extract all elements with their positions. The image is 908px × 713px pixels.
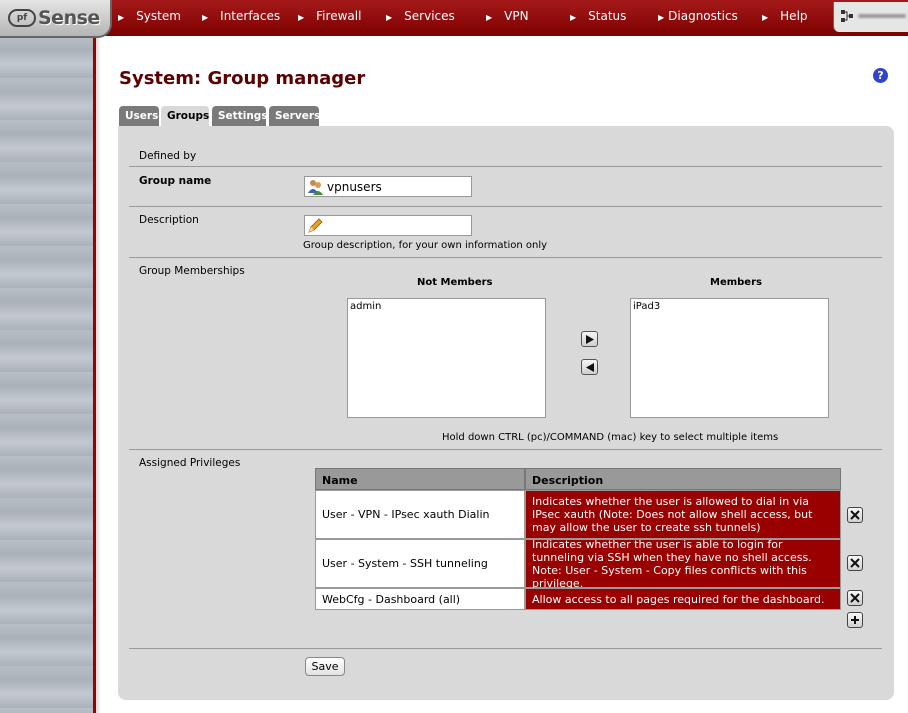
menu-services-label: Services bbox=[404, 9, 455, 23]
host-indicator bbox=[833, 2, 908, 32]
logo-text: Sense bbox=[38, 7, 100, 29]
save-button[interactable]: Save bbox=[305, 657, 345, 676]
hostname-blurred bbox=[858, 14, 906, 18]
menu-firewall[interactable]: ▶ Firewall bbox=[298, 9, 361, 23]
separator bbox=[129, 206, 882, 207]
users-icon bbox=[308, 180, 323, 195]
add-privilege-button[interactable] bbox=[847, 612, 863, 628]
logo-mark: pf bbox=[8, 9, 36, 27]
tab-users[interactable]: Users bbox=[119, 106, 159, 126]
not-members-heading: Not Members bbox=[417, 277, 493, 288]
separator bbox=[129, 449, 882, 450]
menu-diagnostics[interactable]: ▶ Diagnostics bbox=[658, 9, 738, 23]
privilege-description-cell: Indicates whether the user is able to lo… bbox=[525, 538, 841, 590]
menu-vpn[interactable]: ▶ VPN bbox=[486, 9, 529, 23]
top-nav-bar: ▶ System ▶ Interfaces ▶ Firewall ▶ Services … bbox=[0, 0, 908, 36]
description-hint: Group description, for your own informat… bbox=[303, 240, 548, 251]
list-item[interactable]: iPad3 bbox=[633, 301, 826, 312]
arrow-left-icon bbox=[586, 363, 594, 372]
tab-servers[interactable]: Servers bbox=[269, 106, 320, 126]
privilege-name-cell: WebCfg - Dashboard (all) bbox=[315, 588, 525, 610]
menu-system[interactable]: ▶ System bbox=[118, 9, 181, 23]
remove-member-button[interactable] bbox=[581, 359, 598, 375]
menu-help[interactable]: ▶ Help bbox=[762, 9, 808, 23]
delete-icon bbox=[850, 510, 860, 520]
menu-diagnostics-label: Diagnostics bbox=[668, 9, 738, 23]
menu-system-label: System bbox=[136, 9, 181, 23]
pencil-icon bbox=[308, 218, 323, 233]
separator bbox=[129, 166, 882, 167]
members-heading: Members bbox=[710, 277, 762, 288]
menu-help-label: Help bbox=[780, 9, 808, 23]
privileges-description-header: Description bbox=[525, 468, 841, 490]
menu-interfaces[interactable]: ▶ Interfaces bbox=[202, 9, 280, 23]
list-item[interactable]: admin bbox=[350, 301, 543, 312]
delete-icon bbox=[850, 593, 860, 603]
assigned-privileges-label: Assigned Privileges bbox=[139, 457, 241, 469]
menu-status-label: Status bbox=[588, 9, 627, 23]
delete-privilege-button[interactable] bbox=[847, 555, 863, 571]
menu-services[interactable]: ▶ Services bbox=[386, 9, 455, 23]
group-memberships-label: Group Memberships bbox=[139, 265, 245, 277]
multi-select-hint: Hold down CTRL (pc)/COMMAND (mac) key to… bbox=[442, 432, 779, 443]
privilege-description-cell: Indicates whether the user is allowed to… bbox=[525, 490, 841, 539]
page-title: System: Group manager bbox=[119, 68, 366, 89]
separator bbox=[129, 648, 882, 649]
privilege-description-cell: Allow access to all pages required for t… bbox=[525, 588, 841, 610]
privileges-name-header: Name bbox=[315, 468, 525, 490]
plus-icon bbox=[851, 616, 859, 624]
members-list[interactable]: iPad3 bbox=[630, 298, 829, 418]
group-name-input[interactable]: vpnusers bbox=[304, 176, 472, 197]
menu-firewall-label: Firewall bbox=[316, 9, 362, 23]
network-icon bbox=[841, 10, 853, 22]
separator bbox=[129, 257, 882, 258]
arrow-right-icon bbox=[586, 335, 594, 344]
delete-icon bbox=[850, 558, 860, 568]
help-icon[interactable]: ? bbox=[873, 68, 888, 83]
tab-settings[interactable]: Settings bbox=[212, 106, 268, 126]
defined-by-label: Defined by bbox=[139, 150, 197, 162]
delete-privilege-button[interactable] bbox=[847, 507, 863, 523]
description-label: Description bbox=[139, 214, 199, 226]
tab-groups[interactable]: Groups bbox=[161, 106, 209, 126]
privilege-name-cell: User - System - SSH tunneling bbox=[315, 539, 525, 588]
menu-interfaces-label: Interfaces bbox=[220, 9, 281, 23]
add-member-button[interactable] bbox=[581, 331, 598, 347]
left-sidebar-stripe bbox=[0, 36, 101, 713]
delete-privilege-button[interactable] bbox=[847, 590, 863, 606]
not-members-list[interactable]: admin bbox=[347, 298, 546, 418]
group-form-panel: Defined by Group name vpnusers Descripti… bbox=[118, 126, 894, 700]
privilege-name-cell: User - VPN - IPsec xauth Dialin bbox=[315, 490, 525, 539]
description-input[interactable] bbox=[304, 215, 472, 236]
menu-vpn-label: VPN bbox=[504, 9, 529, 23]
pfsense-logo[interactable]: pf Sense bbox=[0, 0, 112, 38]
group-name-value: vpnusers bbox=[327, 180, 382, 194]
group-name-label: Group name bbox=[139, 175, 212, 187]
menu-status[interactable]: ▶ Status bbox=[570, 9, 626, 23]
